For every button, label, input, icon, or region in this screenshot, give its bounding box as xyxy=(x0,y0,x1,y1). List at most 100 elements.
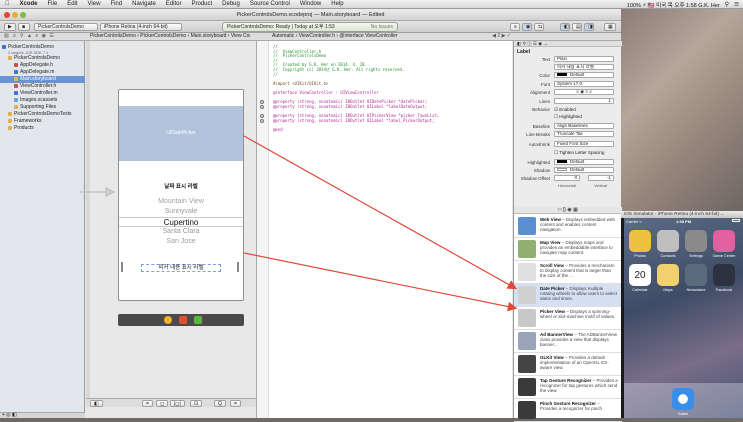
zoom-in-button[interactable]: = xyxy=(230,400,241,407)
shadow-offset-h-field[interactable]: 0 xyxy=(554,175,580,181)
breadcrumb-storyboard[interactable]: PickerControlsDemo › PickerControlsDemo … xyxy=(90,33,250,40)
pin-button[interactable]: |◻| xyxy=(170,400,185,407)
simulator-screen[interactable]: Carrier ≈ 1:58 PM Photos Contacts Settings… xyxy=(624,218,743,418)
first-responder-icon[interactable] xyxy=(164,316,172,324)
navigator-item[interactable]: PickerControlsDemoTests xyxy=(0,111,85,118)
close-window-icon[interactable] xyxy=(4,12,10,18)
menu-product[interactable]: Product xyxy=(186,1,217,7)
navigator-item[interactable]: Images.xcassets xyxy=(0,97,85,104)
status-text[interactable]: 100% ⚡ 🇺🇸 미국 목 오후 1:58 G.K. Her xyxy=(627,1,720,9)
align-button[interactable]: ◻ xyxy=(156,400,169,407)
assistant-editor-button[interactable]: ◉ xyxy=(522,23,532,31)
tighten-checkbox[interactable]: ☐ Tighten Letter Spacing xyxy=(554,149,604,156)
menu-navigate[interactable]: Navigate xyxy=(127,1,161,7)
font-field[interactable]: System 17.0 xyxy=(554,81,614,87)
menu-window[interactable]: Window xyxy=(295,1,326,7)
navigator-item[interactable]: AppDelegate.m xyxy=(0,69,85,76)
library-item[interactable]: Map View – Displays maps and provides an… xyxy=(514,238,622,261)
navigator-item[interactable]: ViewController.h xyxy=(0,83,85,90)
menu-file[interactable]: File xyxy=(43,1,63,7)
alignment-segmented-control[interactable]: ≡ ◉ ≡ ≡ xyxy=(554,89,614,95)
zoom-out-button[interactable]: Q xyxy=(214,400,226,407)
standard-editor-button[interactable]: ≡ xyxy=(510,23,520,31)
navigator-item[interactable]: PickerControlsDemo xyxy=(0,55,85,62)
library-item[interactable]: Web View – Displays embedded web content… xyxy=(514,215,622,238)
resize-handle-right[interactable] xyxy=(237,262,239,272)
search-icon[interactable]: ⚲ xyxy=(725,1,729,8)
navigator-tabs[interactable]: ▧ ⚠ ⚲ ▲ ≡ ◉ ☰ xyxy=(4,33,55,40)
photos-app-icon[interactable] xyxy=(629,230,651,252)
enabled-checkbox[interactable]: ☑ Enabled xyxy=(554,106,576,113)
stop-button[interactable]: ■ xyxy=(18,23,30,31)
menu-debug[interactable]: Debug xyxy=(217,1,245,7)
shadow-color-select[interactable]: Default xyxy=(554,167,614,173)
text-value-field[interactable]: 피커 내용 표시 라벨 xyxy=(554,64,614,70)
navigator-toggle-button[interactable]: ◧ xyxy=(560,23,570,31)
library-item[interactable]: Pinch Gesture Recognizer – Provides a re… xyxy=(514,399,622,422)
passbook-app-icon[interactable] xyxy=(713,264,735,286)
version-editor-button[interactable]: ⇆ xyxy=(534,23,544,31)
minimize-window-icon[interactable] xyxy=(12,12,18,18)
library-item[interactable]: Scroll View – Provides a mechanism to di… xyxy=(514,261,622,284)
outlet-connection-icon[interactable] xyxy=(260,114,264,118)
menu-find[interactable]: Find xyxy=(105,1,127,7)
line-breaks-select[interactable]: Truncate Tail xyxy=(554,131,614,137)
library-item[interactable]: Date Picker – Displays multiple rotating… xyxy=(514,284,622,307)
navigator-item[interactable]: Frameworks xyxy=(0,118,85,125)
library-item[interactable]: Ad BannerView – The ADBannerView class p… xyxy=(514,330,622,353)
navigator-item[interactable]: Products xyxy=(0,125,85,132)
utilities-toggle-button[interactable]: ◨ xyxy=(584,23,594,31)
library-item[interactable]: Picker View – Displays a spinning-wheel … xyxy=(514,307,622,330)
menu-source-control[interactable]: Source Control xyxy=(245,1,295,7)
highlighted-checkbox[interactable]: ☐ Highlighted xyxy=(554,113,582,120)
run-button[interactable]: ▶ xyxy=(4,23,16,31)
color-select[interactable]: Default xyxy=(554,72,614,78)
game-center-app-icon[interactable] xyxy=(713,230,735,252)
highlighted-color-select[interactable]: Default xyxy=(554,159,614,165)
resolve-button[interactable]: ⊡ xyxy=(190,400,203,407)
menu-app[interactable]: Xcode xyxy=(15,1,43,7)
outline-toggle-button[interactable]: ◧ xyxy=(90,400,103,407)
navigator-item[interactable]: Supporting Files xyxy=(0,104,85,111)
document-outline-toggle[interactable] xyxy=(86,41,90,403)
zoom-button[interactable]: = xyxy=(142,400,153,407)
outlet-connection-icon[interactable] xyxy=(260,118,264,123)
apple-menu-icon[interactable]:  xyxy=(0,1,15,7)
navigator-item[interactable]: ViewController.m xyxy=(0,90,85,97)
exit-icon[interactable] xyxy=(194,316,202,324)
settings-app-icon[interactable] xyxy=(685,230,707,252)
town-picker[interactable]: Mountain View Sunnyvale Cupertino Santa … xyxy=(119,197,243,259)
code-editor[interactable]: //// ViewController.h// PickerControlsDe… xyxy=(257,41,512,418)
shadow-offset-v-field[interactable]: -1 xyxy=(588,175,614,181)
organizer-button[interactable]: ▦ xyxy=(604,23,616,31)
library-item[interactable]: Tap Gesture Recognizer – Provides a reco… xyxy=(514,376,622,399)
navigator-item[interactable]: AppDelegate.h xyxy=(0,62,85,69)
library-tabs[interactable]: □ {} ◉ ▦ xyxy=(514,207,622,214)
menu-edit[interactable]: Edit xyxy=(62,1,82,7)
baseline-select[interactable]: Align Baselines xyxy=(554,123,614,129)
storyboard-canvas[interactable]: UIDatePicker 날짜 표시 라벨 Mountain View Sunn… xyxy=(80,41,256,418)
menu-help[interactable]: Help xyxy=(326,1,348,7)
date-picker[interactable]: UIDatePicker xyxy=(119,106,243,161)
inspector-tabs[interactable]: ◧ ⚲ ⓘ ☰ ◉ → xyxy=(514,41,622,47)
menu-editor[interactable]: Editor xyxy=(161,1,187,7)
add-file-icon[interactable]: + ◎ ◧ xyxy=(2,412,17,418)
safari-icon[interactable] xyxy=(672,388,694,410)
newsstand-app-icon[interactable] xyxy=(685,264,707,286)
notification-icon[interactable]: ☰ xyxy=(734,2,739,8)
text-type-select[interactable]: Plain xyxy=(554,56,614,62)
breadcrumb-code[interactable]: Automatic › ViewController.h › @interfac… xyxy=(272,33,482,40)
navigator-item[interactable]: Main.storyboard xyxy=(0,76,85,83)
calendar-app-icon[interactable]: 20 xyxy=(629,264,651,286)
lines-stepper[interactable]: 1 xyxy=(554,98,614,104)
zoom-window-icon[interactable] xyxy=(20,12,26,18)
view-controller-icon[interactable] xyxy=(179,316,187,324)
device-selector[interactable]: iPhone Retina (4-inch 64-bit) xyxy=(100,23,182,31)
contacts-app-icon[interactable] xyxy=(657,230,679,252)
view-controller-scene[interactable]: UIDatePicker 날짜 표시 라벨 Mountain View Sunn… xyxy=(118,89,244,301)
debug-toggle-button[interactable]: ▤ xyxy=(572,23,582,31)
counterpart-nav-icon[interactable]: ◀ 2 ▶ ✓ xyxy=(492,33,511,40)
scheme-selector[interactable]: PickerControlsDemo xyxy=(34,23,98,31)
autoshrink-select[interactable]: Fixed Font Size xyxy=(554,141,614,147)
outlet-connection-icon[interactable] xyxy=(260,104,264,109)
